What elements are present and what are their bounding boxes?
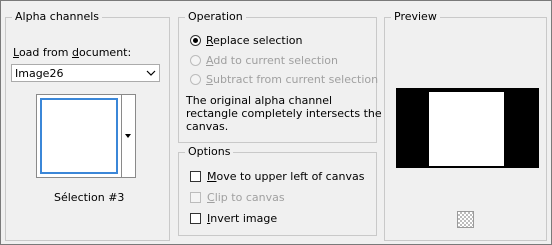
selection-thumbnail[interactable] [36,94,122,178]
move-to-upper-left-label[interactable]: Move to upper left of canvas [207,170,364,183]
subtract-from-selection-label[interactable]: Subtract from current selection [206,73,378,86]
replace-selection-radio[interactable] [190,35,201,46]
replace-selection-label[interactable]: Replace selection [206,34,302,47]
operation-description-line-3: canvas. [186,120,229,133]
operation-description-line-1: The original alpha channel [186,94,333,107]
selection-thumbnail-image [40,98,118,174]
clip-to-canvas-checkbox[interactable] [190,192,201,203]
document-select-value: Image26 [15,67,64,80]
alpha-channels-title: Alpha channels [12,10,103,23]
clip-to-canvas-label[interactable]: Clip to canvas [207,191,285,204]
add-to-selection-label[interactable]: Add to current selection [206,54,338,67]
subtract-from-selection-radio[interactable] [190,74,201,85]
preview-title: Preview [391,10,440,23]
add-to-selection-radio[interactable] [190,55,201,66]
invert-image-checkbox[interactable] [190,213,201,224]
operation-title: Operation [185,10,246,23]
options-title: Options [185,145,234,158]
dropdown-arrow-icon [125,134,131,138]
load-from-document-label: Load from document: [13,46,132,59]
invert-image-label[interactable]: Invert image [207,212,277,225]
chevron-down-icon [146,70,156,76]
selection-name: Sélection #3 [54,191,125,204]
preview-image-canvas [429,92,504,166]
document-select[interactable]: Image26 [11,64,160,82]
move-to-upper-left-checkbox[interactable] [190,171,201,182]
checkerboard-icon[interactable] [457,211,474,228]
operation-description-line-2: rectangle completely intersects the [186,107,382,120]
selection-picker-button[interactable] [122,94,136,178]
dialog-frame: Alpha channels Load from document: Image… [0,0,552,245]
